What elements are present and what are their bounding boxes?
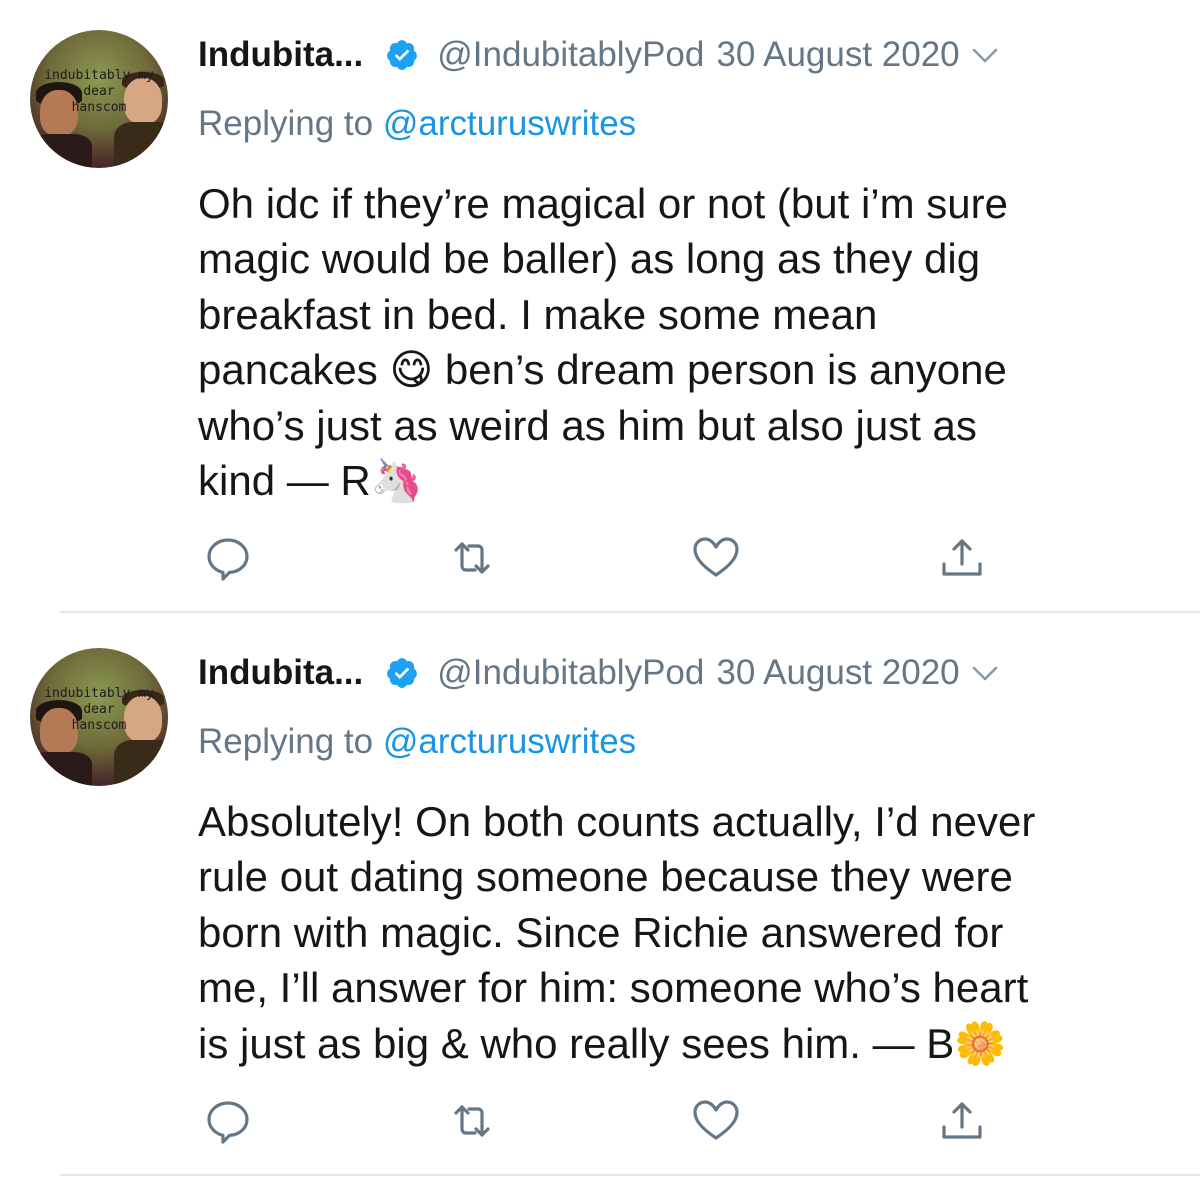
display-name[interactable]: Indubita... [198,35,363,75]
tweet-text: Absolutely! On both counts actually, I’d… [198,794,1158,1071]
avatar-text: hanscom [71,718,127,733]
replying-to-label: Replying to [198,104,383,143]
tweet-text-line: pancakes 😋 ben’s dream person is anyone [198,346,1007,394]
verified-badge-icon [385,38,419,72]
tweet-header: Indubita... @IndubitablyPod 30 August 20… [198,30,1000,80]
divider [60,611,1200,613]
tweet-header: Indubita... @IndubitablyPod 30 August 20… [198,648,1000,698]
retweet-icon[interactable] [444,530,500,586]
tweet-actions [0,1093,1200,1149]
tweet-text-line: Absolutely! On both counts actually, I’d… [198,798,1036,845]
avatar-body [114,740,168,786]
user-handle[interactable]: @IndubitablyPod [437,653,704,693]
divider [60,1174,1200,1176]
share-icon[interactable] [934,1093,990,1149]
share-icon[interactable] [934,530,990,586]
tweet-text-line: magic would be baller) as long as they d… [198,235,981,283]
retweet-icon[interactable] [444,1093,500,1149]
avatar-text: indubitably my [44,68,154,83]
tweet-text-line: rule out dating someone because they wer… [198,853,1013,901]
tweet-text-line: me, I’ll answer for him: someone who’s h… [198,964,1029,1012]
mention-link[interactable]: @arcturuswrites [383,104,636,143]
display-name[interactable]: Indubita... [198,653,363,693]
avatar-text: indubitably my [44,686,154,701]
avatar[interactable]: indubitably my dear hanscom [30,30,168,168]
tweet-text-line: is just as big & who really sees him. — … [198,1019,1007,1067]
replying-to: Replying to @arcturuswrites [198,104,636,144]
tweet[interactable]: indubitably my dear hanscom Indubita... … [0,0,1200,612]
tweet-text-line: Oh idc if they’re magical or not (but i’… [198,180,1008,227]
tweet-text-line: kind — R🦄 [198,457,424,505]
like-icon[interactable] [688,530,744,586]
replying-to-label: Replying to [198,722,383,761]
tweet-date[interactable]: 30 August 2020 [716,653,959,693]
tweet-text-line: who’s just as weird as him but also just… [198,401,977,449]
avatar-body [30,752,92,786]
tweet-text: Oh idc if they’re magical or not (but i’… [198,176,1158,508]
avatar-text: dear [83,84,115,99]
chevron-down-icon[interactable] [970,658,1000,688]
tweet-text-line: born with magic. Since Richie answered f… [198,908,1004,956]
avatar-body [30,134,92,168]
user-handle[interactable]: @IndubitablyPod [437,35,704,75]
tweet-date[interactable]: 30 August 2020 [716,35,959,75]
verified-badge-icon [385,656,419,690]
like-icon[interactable] [688,1093,744,1149]
reply-icon[interactable] [200,1093,256,1149]
avatar[interactable]: indubitably my dear hanscom [30,648,168,786]
tweet-actions [0,530,1200,586]
tweet[interactable]: indubitably my dear hanscom Indubita... … [0,618,1200,1179]
avatar-body [114,122,168,168]
tweet-text-line: breakfast in bed. I make some mean [198,290,878,338]
chevron-down-icon[interactable] [970,40,1000,70]
avatar-text: dear [83,702,115,717]
mention-link[interactable]: @arcturuswrites [383,722,636,761]
reply-icon[interactable] [200,530,256,586]
replying-to: Replying to @arcturuswrites [198,722,636,762]
avatar-text: hanscom [71,100,127,115]
